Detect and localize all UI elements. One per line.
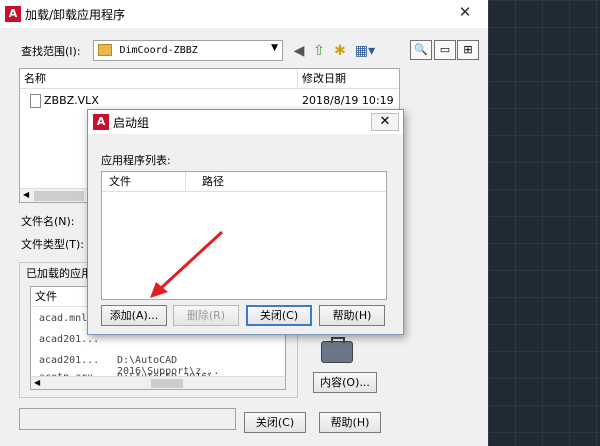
arrow-shaft [158, 230, 224, 291]
annotation-arrow [150, 230, 224, 298]
